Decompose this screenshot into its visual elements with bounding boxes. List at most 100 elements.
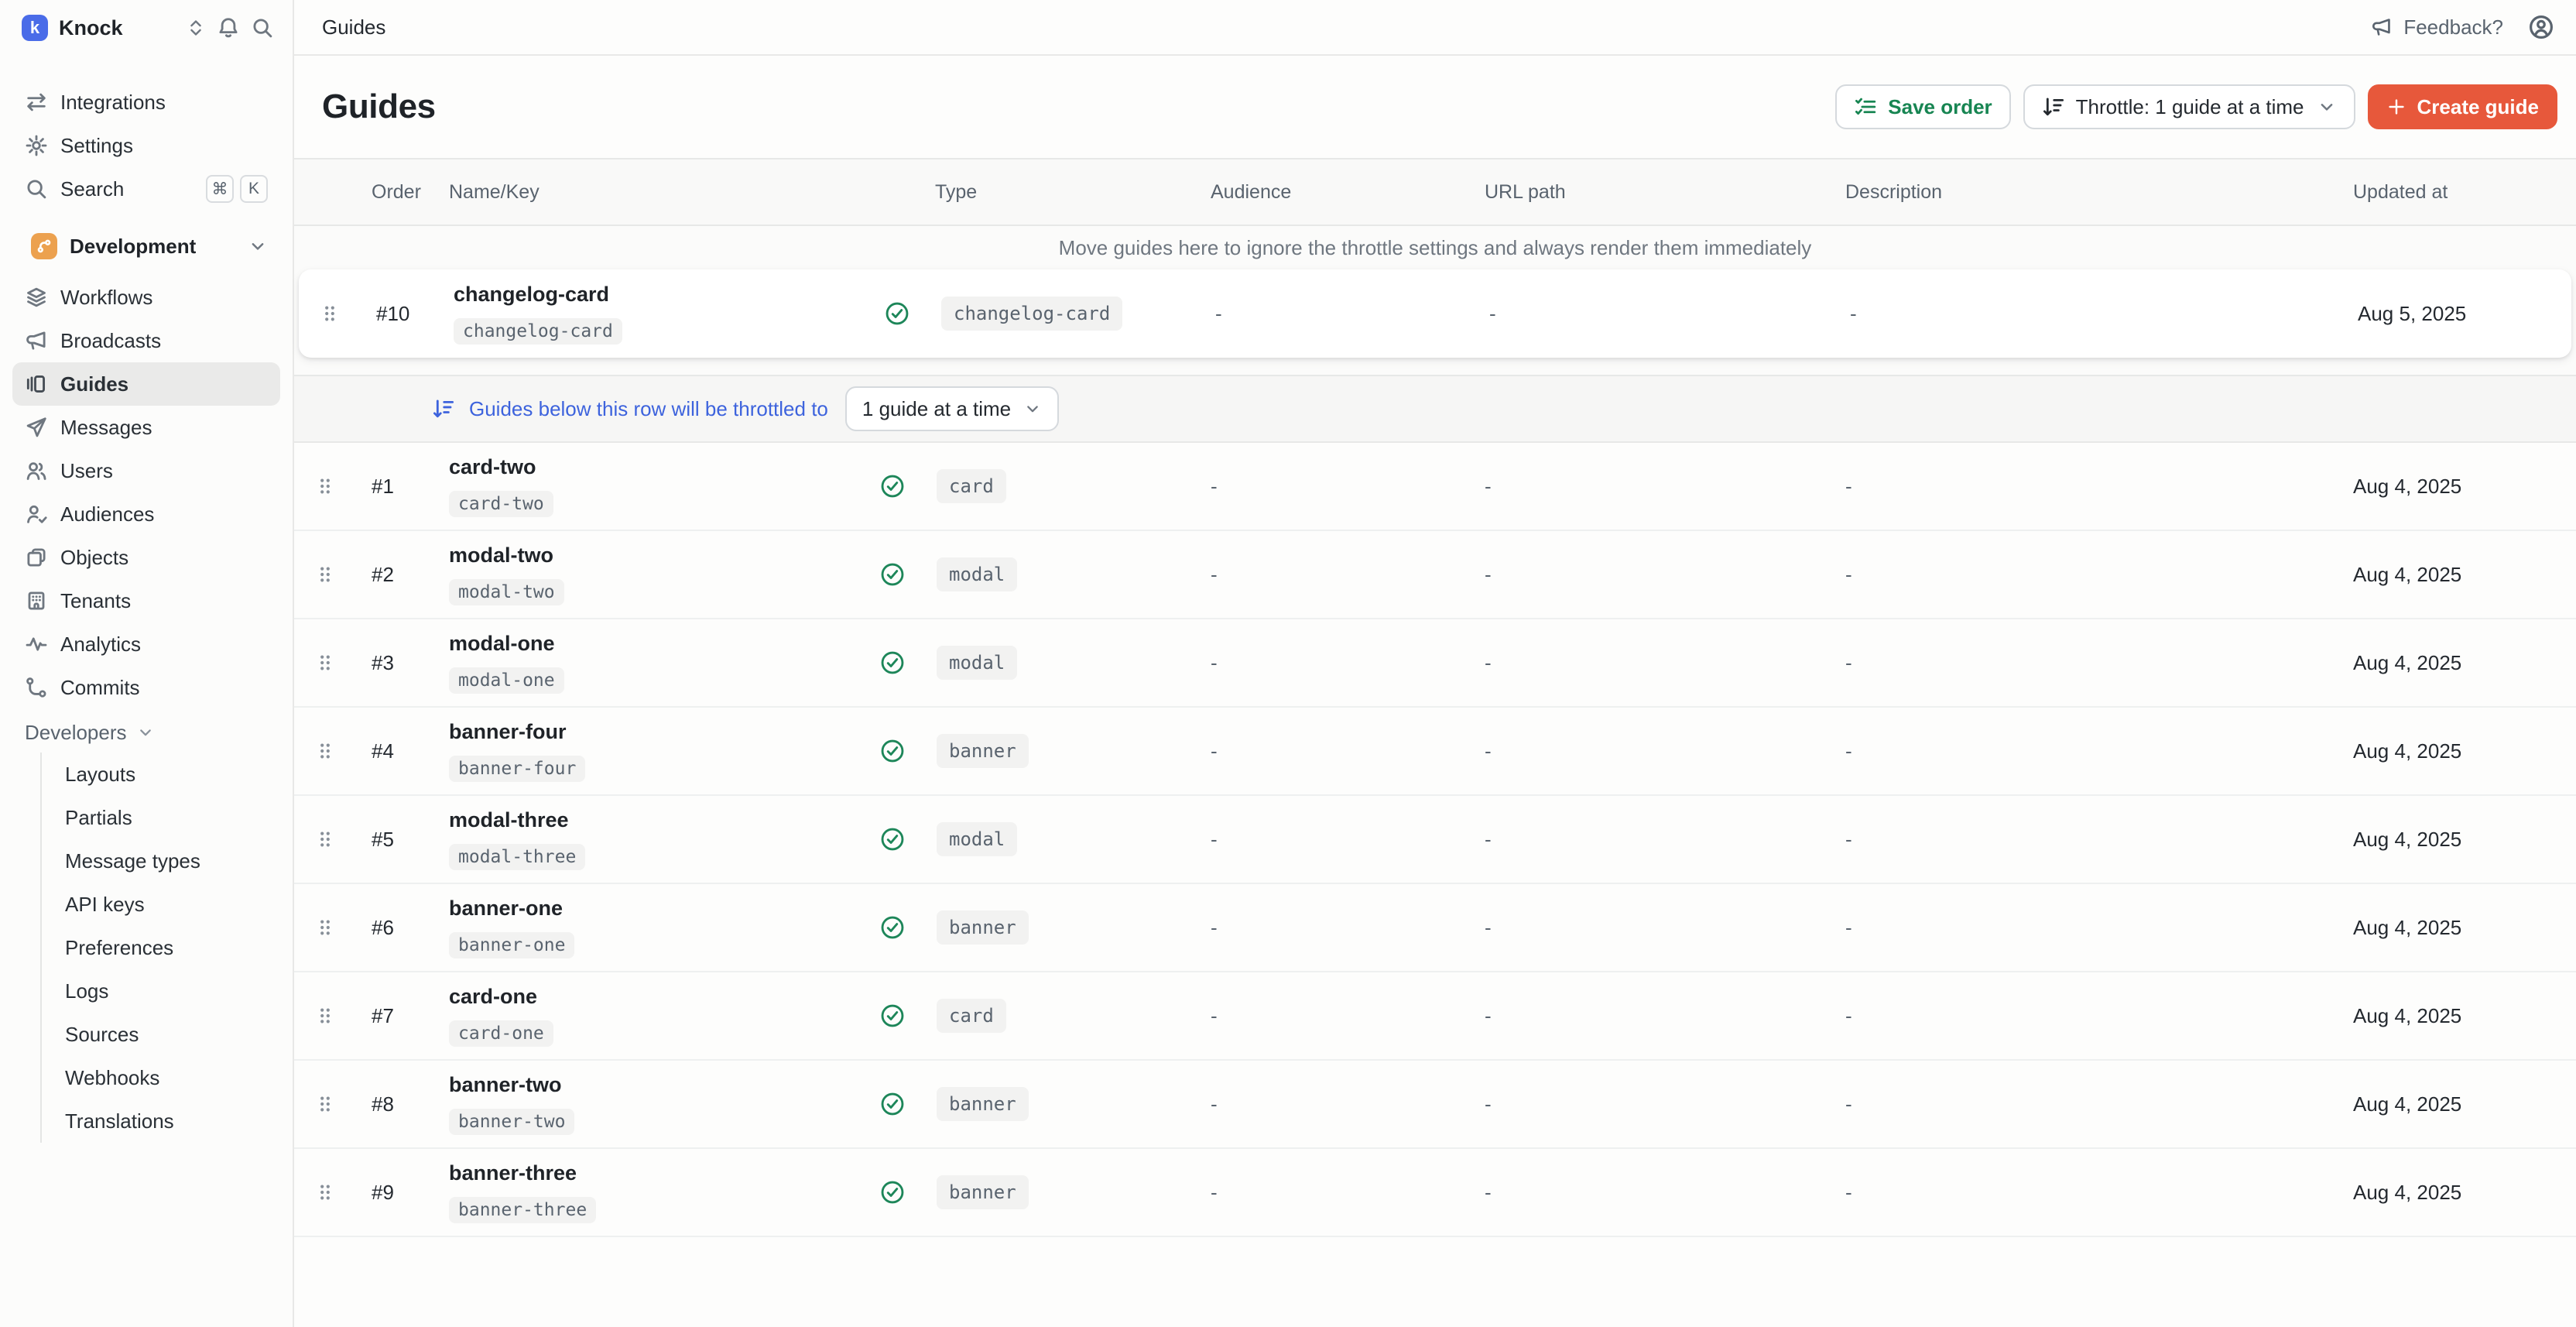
sidebar-item-preferences[interactable]: Preferences bbox=[42, 926, 280, 969]
guide-name[interactable]: banner-three bbox=[449, 1161, 864, 1185]
guide-name-key: modal-twomodal-two bbox=[443, 543, 864, 605]
guide-description: - bbox=[1836, 563, 2338, 587]
sidebar-item-translations[interactable]: Translations bbox=[42, 1099, 280, 1143]
sidebar-item-users[interactable]: Users bbox=[12, 449, 280, 492]
drag-handle-icon[interactable] bbox=[314, 564, 336, 585]
throttle-setting-button[interactable]: Throttle: 1 guide at a time bbox=[2023, 84, 2355, 129]
guide-key: modal-three bbox=[449, 844, 585, 870]
guide-url-path: - bbox=[1483, 302, 1841, 326]
guide-key-badge: changelog-card bbox=[454, 314, 868, 345]
search-icon bbox=[25, 177, 48, 201]
sidebar-item-label: Audiences bbox=[60, 502, 154, 526]
guide-key-badge: card-two bbox=[449, 487, 864, 517]
guide-name[interactable]: card-two bbox=[449, 455, 864, 479]
drag-handle-icon[interactable] bbox=[314, 1181, 336, 1203]
sidebar-item-audiences[interactable]: Audiences bbox=[12, 492, 280, 536]
sidebar-item-objects[interactable]: Objects bbox=[12, 536, 280, 579]
drag-handle-cell bbox=[294, 1005, 356, 1027]
sidebar-item-settings[interactable]: Settings bbox=[12, 124, 280, 167]
drag-handle-icon[interactable] bbox=[314, 1005, 336, 1027]
save-order-button[interactable]: Save order bbox=[1835, 84, 2010, 129]
guide-row: #1card-twocard-twocard---Aug 4, 2025 bbox=[294, 443, 2576, 531]
column-header-order: Order bbox=[356, 181, 443, 204]
sidebar-item-integrations[interactable]: Integrations bbox=[12, 81, 280, 124]
guide-name[interactable]: banner-two bbox=[449, 1073, 864, 1097]
guide-name[interactable]: card-one bbox=[449, 985, 864, 1009]
drag-handle-icon[interactable] bbox=[314, 828, 336, 850]
sidebar-item-api-keys[interactable]: API keys bbox=[42, 883, 280, 926]
guide-key: banner-one bbox=[449, 932, 574, 958]
guide-order: #2 bbox=[356, 563, 443, 587]
sidebar-item-label: Messages bbox=[60, 416, 152, 440]
guide-audience: - bbox=[1192, 1004, 1478, 1028]
sidebar-item-analytics[interactable]: Analytics bbox=[12, 622, 280, 666]
drag-handle-cell bbox=[294, 1181, 356, 1203]
page-header: Guides Save order Throttle: 1 guide at a… bbox=[294, 56, 2576, 158]
drag-handle-cell bbox=[294, 740, 356, 762]
bell-icon[interactable] bbox=[217, 16, 240, 39]
guide-updated-at: Aug 4, 2025 bbox=[2338, 916, 2576, 940]
drag-handle-icon[interactable] bbox=[314, 740, 336, 762]
guide-type-badge: modal bbox=[937, 822, 1017, 856]
drag-handle-icon[interactable] bbox=[314, 475, 336, 497]
account-menu-button[interactable] bbox=[2528, 14, 2554, 40]
sidebar-item-workflows[interactable]: Workflows bbox=[12, 276, 280, 319]
guide-name-key: banner-two banner-two bbox=[443, 1073, 864, 1135]
sidebar-item-commits[interactable]: Commits bbox=[12, 666, 280, 709]
sidebar-item-partials[interactable]: Partials bbox=[42, 796, 280, 839]
sidebar-item-guides[interactable]: Guides bbox=[12, 362, 280, 406]
sidebar-item-webhooks[interactable]: Webhooks bbox=[42, 1056, 280, 1099]
sidebar-item-broadcasts[interactable]: Broadcasts bbox=[12, 319, 280, 362]
guide-name[interactable]: modal-two bbox=[449, 543, 864, 567]
column-header-description: Description bbox=[1836, 181, 2338, 204]
sidebar-item-tenants[interactable]: Tenants bbox=[12, 579, 280, 622]
sidebar-item-layouts[interactable]: Layouts bbox=[42, 753, 280, 796]
guide-name[interactable]: modal-three bbox=[449, 808, 864, 832]
sidebar-item-sources[interactable]: Sources bbox=[42, 1013, 280, 1056]
guide-updated-at: Aug 4, 2025 bbox=[2338, 563, 2576, 587]
throttle-amount-value: 1 guide at a time bbox=[862, 397, 1011, 421]
guide-name[interactable]: banner-four bbox=[449, 720, 864, 744]
developers-section-toggle[interactable]: Developers bbox=[12, 712, 280, 753]
sidebar: k Knock IntegrationsSettingsSearch⌘K Dev… bbox=[0, 0, 294, 1327]
guide-key: banner-two bbox=[449, 1109, 574, 1135]
search-icon[interactable] bbox=[251, 16, 274, 39]
create-guide-button[interactable]: Create guide bbox=[2368, 84, 2558, 129]
drag-handle-cell bbox=[299, 303, 361, 324]
drag-handle-icon[interactable] bbox=[314, 652, 336, 674]
checklist-icon bbox=[1854, 95, 1877, 118]
drag-handle-icon[interactable] bbox=[314, 1093, 336, 1115]
developers-label: Developers bbox=[25, 721, 127, 745]
guide-order: #4 bbox=[356, 739, 443, 763]
shortcut-key: K bbox=[240, 175, 268, 203]
guide-name[interactable]: banner-one bbox=[449, 897, 864, 921]
throttle-amount-select[interactable]: 1 guide at a time bbox=[845, 386, 1059, 431]
guide-name[interactable]: modal-one bbox=[449, 632, 864, 656]
sidebar-item-logs[interactable]: Logs bbox=[42, 969, 280, 1013]
sidebar-item-message-types[interactable]: Message types bbox=[42, 839, 280, 883]
chevron-down-icon bbox=[136, 723, 155, 742]
main-area: Guides Feedback? Guides Save order Throt… bbox=[294, 0, 2576, 1327]
sidebar-item-messages[interactable]: Messages bbox=[12, 406, 280, 449]
environment-switcher[interactable]: Development bbox=[12, 223, 280, 269]
drag-handle-cell bbox=[294, 652, 356, 674]
sidebar-item-label: Broadcasts bbox=[60, 329, 161, 353]
column-header-audience: Audience bbox=[1192, 181, 1478, 204]
status-check-icon bbox=[879, 1179, 906, 1205]
person-check-icon bbox=[25, 502, 48, 526]
guide-name[interactable]: changelog-card bbox=[454, 283, 868, 307]
workspace-selector-icon[interactable] bbox=[186, 18, 206, 38]
sidebar-item-search[interactable]: Search⌘K bbox=[12, 167, 280, 211]
pulse-icon bbox=[25, 633, 48, 656]
column-header-type: Type bbox=[864, 181, 1192, 204]
guide-row: #7card-onecard-onecard---Aug 4, 2025 bbox=[294, 972, 2576, 1061]
app-window: k Knock IntegrationsSettingsSearch⌘K Dev… bbox=[0, 0, 2576, 1327]
table-header-row: Order Name/Key Type Audience URL path De… bbox=[294, 159, 2576, 226]
drag-handle-icon[interactable] bbox=[314, 917, 336, 938]
drag-handle-cell bbox=[294, 1093, 356, 1115]
drag-handle-icon[interactable] bbox=[319, 303, 341, 324]
guide-updated-at: Aug 4, 2025 bbox=[2338, 828, 2576, 852]
developers-nav-list: LayoutsPartialsMessage typesAPI keysPref… bbox=[40, 753, 280, 1143]
feedback-button[interactable]: Feedback? bbox=[2371, 15, 2503, 39]
breadcrumb[interactable]: Guides bbox=[322, 15, 385, 39]
